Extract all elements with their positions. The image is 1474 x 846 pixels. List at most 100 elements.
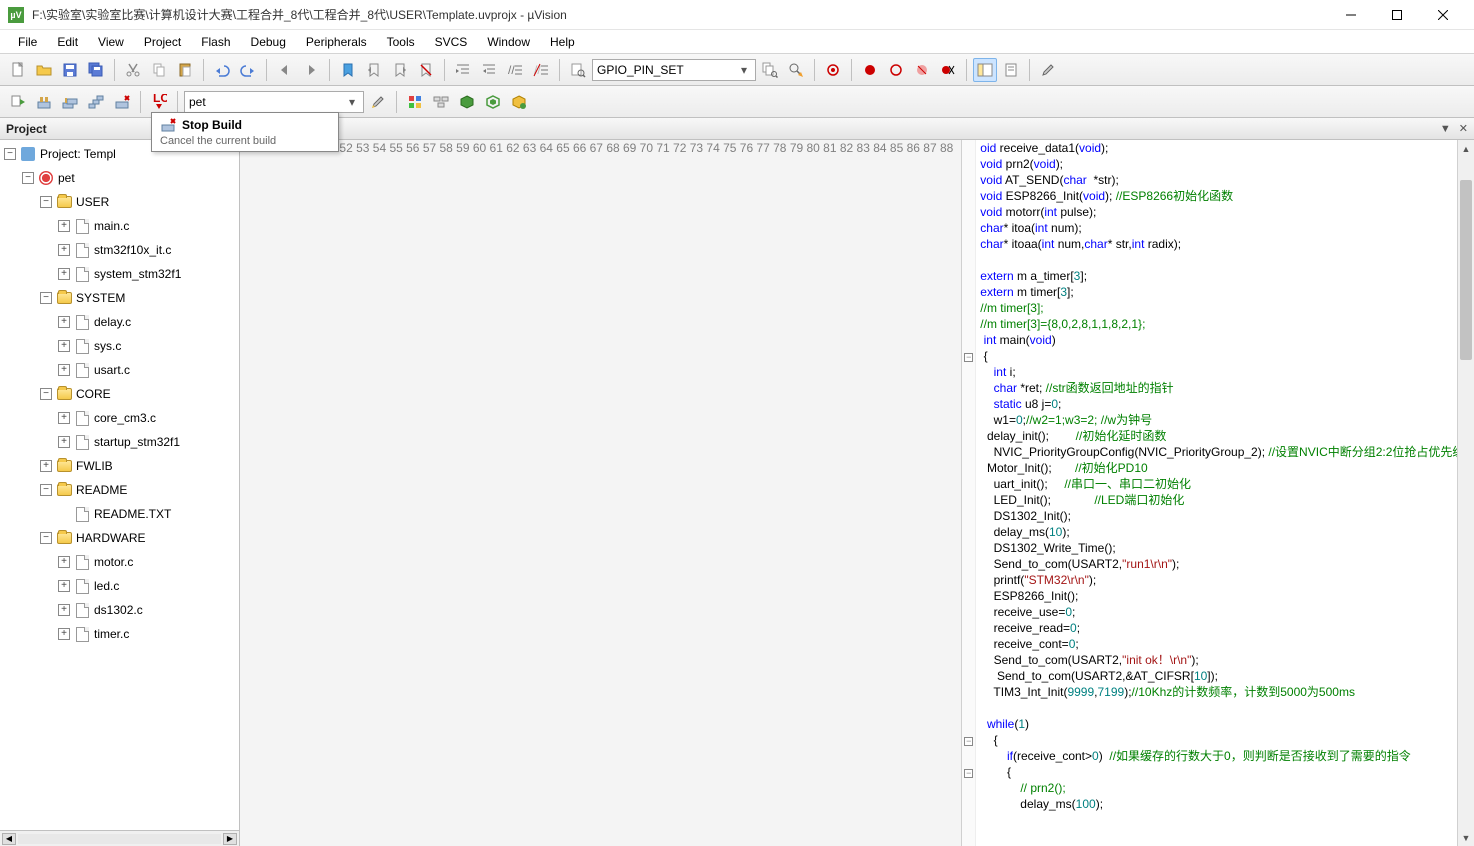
fold-column[interactable]: −−−	[962, 140, 976, 846]
configure-button[interactable]	[1036, 58, 1060, 82]
breakpoint-insert-button[interactable]	[858, 58, 882, 82]
target-combo[interactable]: ▾	[184, 91, 364, 113]
expander-icon[interactable]: −	[40, 292, 52, 304]
find-input[interactable]	[597, 63, 737, 77]
pack-installer-button[interactable]	[455, 90, 479, 114]
translate-button[interactable]	[6, 90, 30, 114]
indent-button[interactable]	[451, 58, 475, 82]
menu-project[interactable]: Project	[134, 32, 191, 52]
menu-edit[interactable]: Edit	[47, 32, 88, 52]
copy-button[interactable]	[147, 58, 171, 82]
incremental-find-button[interactable]	[784, 58, 808, 82]
find-button[interactable]	[566, 58, 590, 82]
code-content[interactable]: oid receive_data1(void);void prn2(void);…	[976, 140, 1474, 846]
tree-file[interactable]: +sys.c	[0, 334, 239, 358]
project-tree[interactable]: −Project: Templ−pet−USER+main.c+stm32f10…	[0, 140, 239, 830]
tree-file[interactable]: +delay.c	[0, 310, 239, 334]
new-button[interactable]	[6, 58, 30, 82]
target-dropdown-icon[interactable]: ▾	[345, 95, 359, 109]
find-in-files-button[interactable]	[758, 58, 782, 82]
expander-icon[interactable]: +	[58, 220, 70, 232]
scroll-up-icon[interactable]: ▲	[1458, 140, 1474, 157]
target-input[interactable]	[189, 95, 345, 109]
bookmark-clear-button[interactable]	[414, 58, 438, 82]
expander-icon[interactable]: +	[58, 340, 70, 352]
bookmark-toggle-button[interactable]	[336, 58, 360, 82]
save-button[interactable]	[58, 58, 82, 82]
expander-icon[interactable]: −	[40, 532, 52, 544]
manage-multi-button[interactable]	[429, 90, 453, 114]
scroll-right-icon[interactable]: ▶	[223, 833, 237, 845]
tab-close-icon[interactable]: ✕	[1459, 122, 1468, 135]
tree-file[interactable]: +system_stm32f1	[0, 262, 239, 286]
tree-file[interactable]: +timer.c	[0, 622, 239, 646]
expander-icon[interactable]: +	[58, 268, 70, 280]
batch-build-button[interactable]	[84, 90, 108, 114]
breakpoint-disable-button[interactable]	[910, 58, 934, 82]
menu-svcs[interactable]: SVCS	[425, 32, 478, 52]
tree-file[interactable]: +stm32f10x_it.c	[0, 238, 239, 262]
stop-build-button[interactable]	[110, 90, 134, 114]
breakpoint-enable-button[interactable]	[884, 58, 908, 82]
nav-back-button[interactable]	[273, 58, 297, 82]
editor-vscroll[interactable]: ▲ ▼	[1457, 140, 1474, 846]
tree-group-fwlib[interactable]: +FWLIB	[0, 454, 239, 478]
expander-icon[interactable]: −	[4, 148, 16, 160]
build-button[interactable]	[32, 90, 56, 114]
tree-group-system[interactable]: −SYSTEM	[0, 286, 239, 310]
tree-file[interactable]: +core_cm3.c	[0, 406, 239, 430]
expander-icon[interactable]: +	[58, 604, 70, 616]
expander-icon[interactable]: −	[22, 172, 34, 184]
close-button[interactable]	[1420, 0, 1466, 30]
menu-debug[interactable]: Debug	[241, 32, 296, 52]
bookmark-next-button[interactable]	[388, 58, 412, 82]
scroll-thumb[interactable]	[1460, 180, 1472, 360]
cut-button[interactable]	[121, 58, 145, 82]
books-window-button[interactable]	[999, 58, 1023, 82]
code-editor[interactable]: 47 48 49 50 51 52 53 54 55 56 57 58 59 6…	[240, 140, 1474, 846]
menu-window[interactable]: Window	[477, 32, 540, 52]
menu-file[interactable]: File	[8, 32, 47, 52]
tab-dropdown-icon[interactable]: ▼	[1440, 123, 1451, 135]
paste-button[interactable]	[173, 58, 197, 82]
menu-flash[interactable]: Flash	[191, 32, 240, 52]
rebuild-button[interactable]	[58, 90, 82, 114]
scroll-left-icon[interactable]: ◀	[2, 833, 16, 845]
tree-group-core[interactable]: −CORE	[0, 382, 239, 406]
manage-components-button[interactable]	[403, 90, 427, 114]
tree-file[interactable]: +motor.c	[0, 550, 239, 574]
tree-file[interactable]: README.TXT	[0, 502, 239, 526]
scroll-down-icon[interactable]: ▼	[1458, 829, 1474, 846]
tree-file[interactable]: +ds1302.c	[0, 598, 239, 622]
manage-rte-button[interactable]	[507, 90, 531, 114]
tree-group-user[interactable]: −USER	[0, 190, 239, 214]
tree-file[interactable]: +main.c	[0, 214, 239, 238]
expander-icon[interactable]: +	[40, 460, 52, 472]
tree-file[interactable]: +usart.c	[0, 358, 239, 382]
expander-icon[interactable]: −	[40, 196, 52, 208]
project-window-button[interactable]	[973, 58, 997, 82]
redo-button[interactable]	[236, 58, 260, 82]
undo-button[interactable]	[210, 58, 234, 82]
expander-icon[interactable]: +	[58, 412, 70, 424]
menu-view[interactable]: View	[88, 32, 134, 52]
project-hscroll[interactable]: ◀ ▶	[0, 830, 239, 846]
expander-icon[interactable]: −	[40, 388, 52, 400]
expander-icon[interactable]: +	[58, 244, 70, 256]
menu-tools[interactable]: Tools	[377, 32, 425, 52]
expander-icon[interactable]: −	[40, 484, 52, 496]
target-options-button[interactable]	[366, 90, 390, 114]
open-button[interactable]	[32, 58, 56, 82]
nav-forward-button[interactable]	[299, 58, 323, 82]
expander-icon[interactable]: +	[58, 580, 70, 592]
find-dropdown-icon[interactable]: ▾	[737, 63, 751, 77]
menu-peripherals[interactable]: Peripherals	[296, 32, 377, 52]
expander-icon[interactable]: +	[58, 364, 70, 376]
expander-icon[interactable]: +	[58, 436, 70, 448]
expander-icon[interactable]: +	[58, 316, 70, 328]
tree-file[interactable]: +startup_stm32f1	[0, 430, 239, 454]
maximize-button[interactable]	[1374, 0, 1420, 30]
find-combo[interactable]: ▾	[592, 59, 756, 81]
unindent-button[interactable]	[477, 58, 501, 82]
download-button[interactable]: LOAD	[147, 90, 171, 114]
